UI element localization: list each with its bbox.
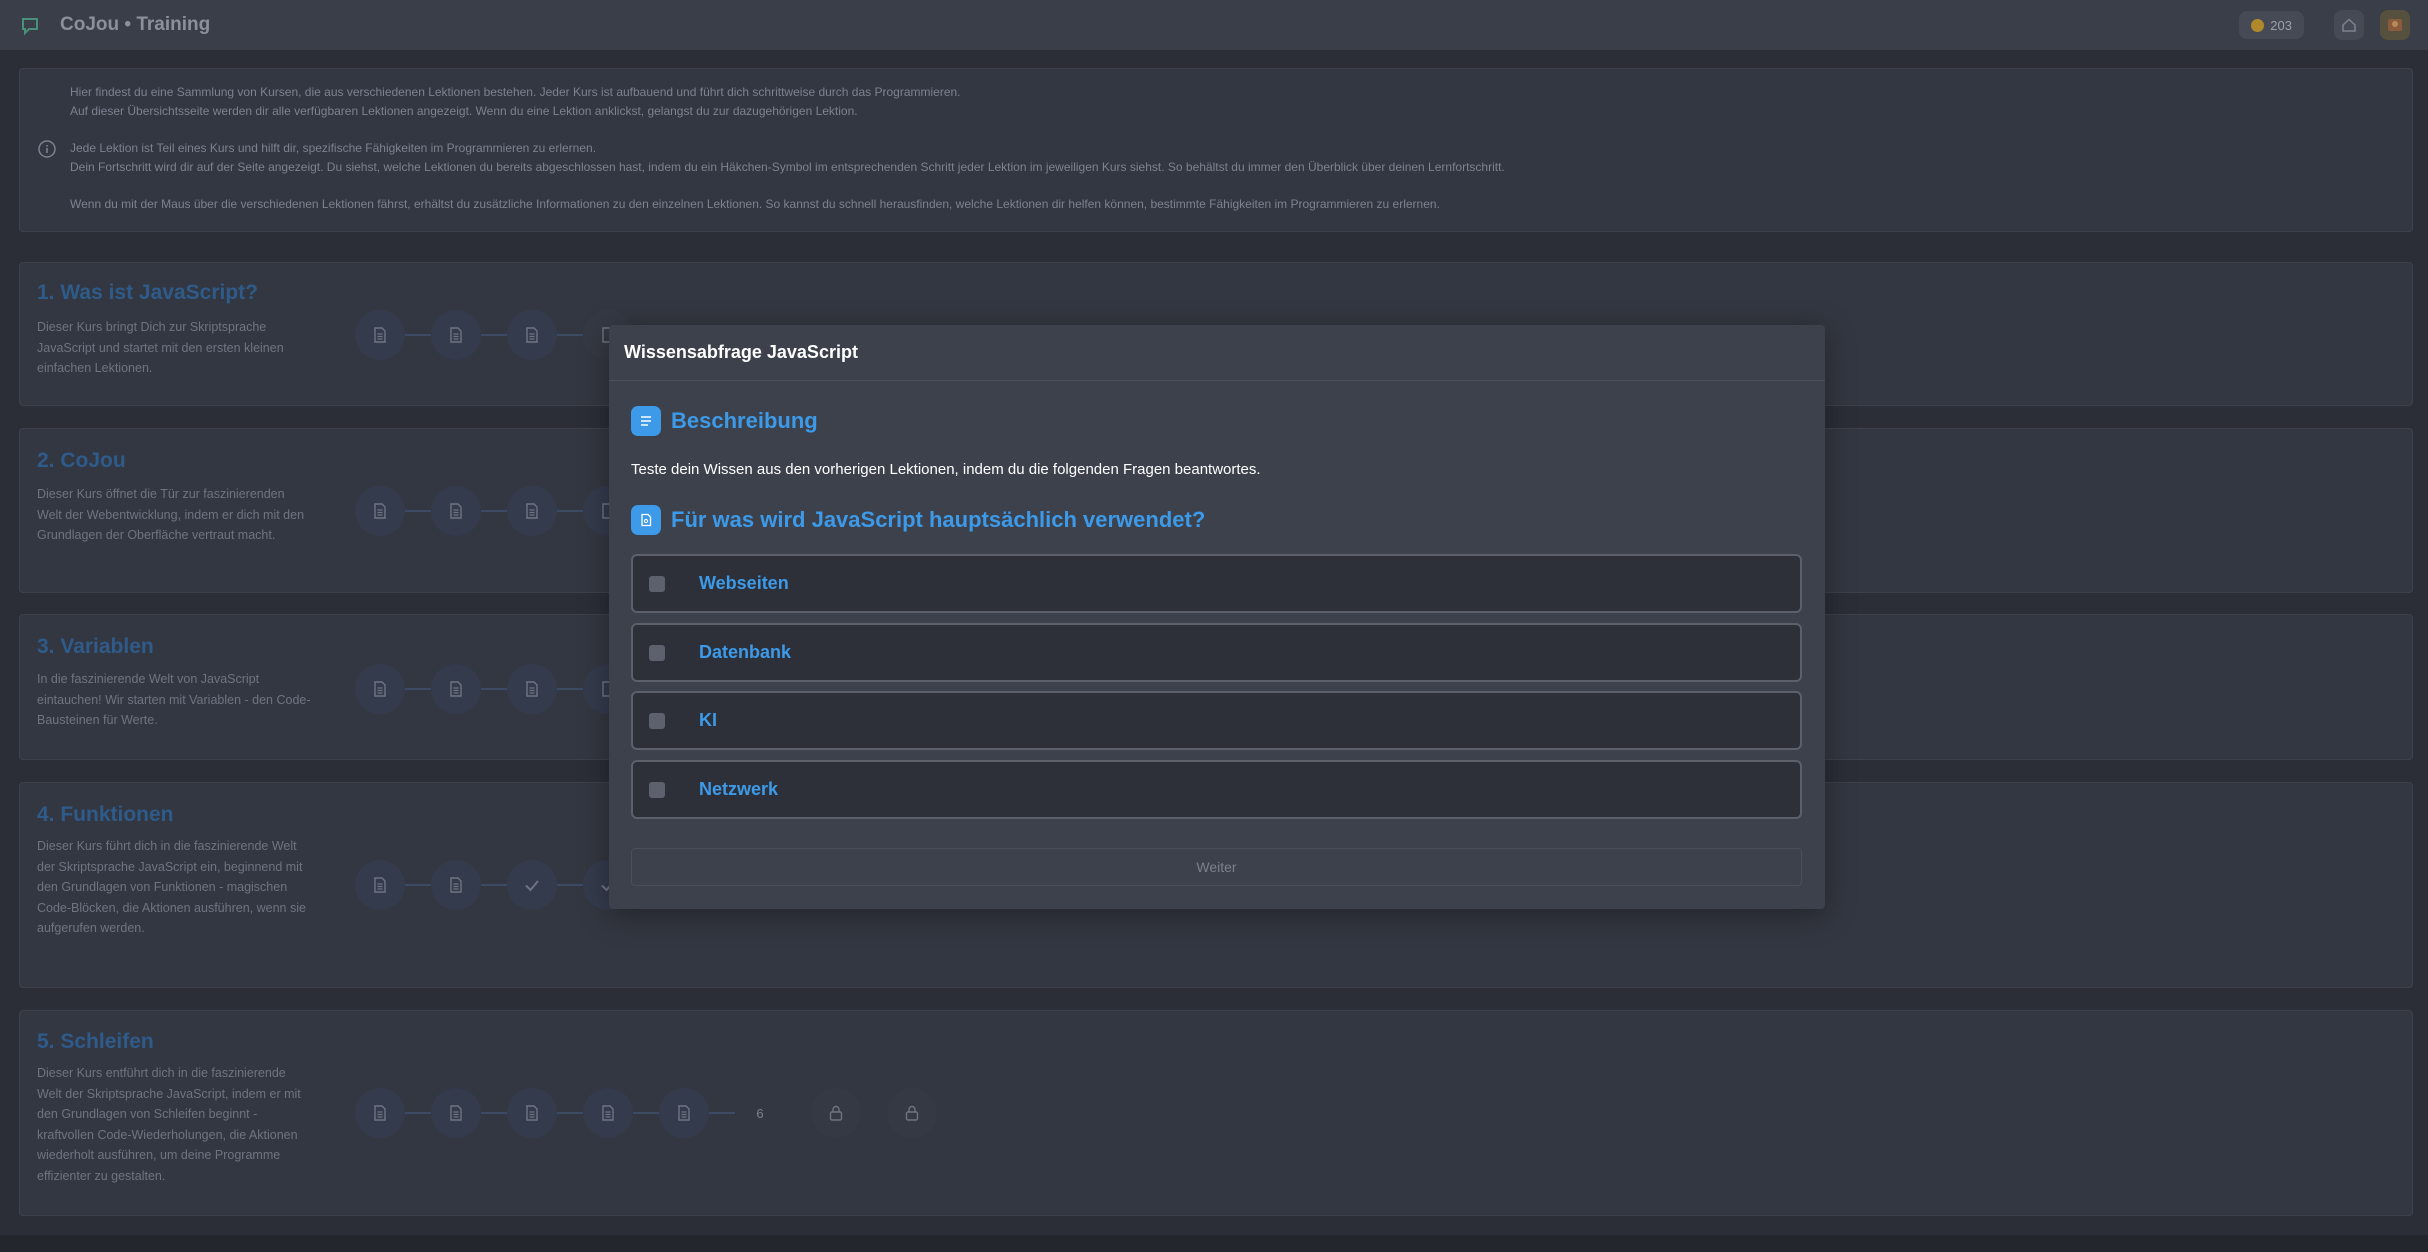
info-text: Jede Lektion ist Teil eines Kurs und hil… xyxy=(70,141,597,155)
description-heading-text: Beschreibung xyxy=(671,408,818,433)
answer-label: Webseiten xyxy=(699,573,789,593)
course-title[interactable]: 4. Funktionen xyxy=(37,803,174,827)
home-button[interactable] xyxy=(2334,10,2364,40)
question-document-icon xyxy=(631,505,661,535)
lesson-track xyxy=(355,664,633,714)
answer-checkbox[interactable] xyxy=(649,781,665,798)
course-description: Dieser Kurs führt dich in die fasziniere… xyxy=(37,839,306,935)
answer-option[interactable]: Datenbank xyxy=(631,623,1802,682)
top-bar: CoJou • Training 203 xyxy=(0,0,2428,50)
answer-checkbox[interactable] xyxy=(649,644,665,661)
document-icon xyxy=(450,681,462,697)
info-icon xyxy=(38,140,56,158)
lesson-track xyxy=(355,310,633,360)
description-heading: Beschreibung xyxy=(631,406,818,436)
lesson-node-locked xyxy=(811,1088,861,1138)
course-title[interactable]: 3. Variablen xyxy=(37,635,154,659)
answer-checkbox[interactable] xyxy=(649,712,665,729)
answer-option[interactable]: Netzwerk xyxy=(631,760,1802,819)
modal-title: Wissensabfrage JavaScript xyxy=(609,325,1825,381)
info-text: Auf dieser Übersichtsseite werden dir al… xyxy=(70,104,858,118)
document-icon xyxy=(450,1105,462,1121)
document-icon xyxy=(526,1105,538,1121)
document-icon xyxy=(374,877,386,893)
answer-option[interactable]: Webseiten xyxy=(631,554,1802,613)
answer-label: Netzwerk xyxy=(699,779,779,799)
lesson-node[interactable] xyxy=(431,310,481,360)
lesson-node[interactable] xyxy=(507,664,557,714)
quiz-modal: Wissensabfrage JavaScript Beschreibung T… xyxy=(609,325,1825,909)
document-icon xyxy=(374,327,386,343)
document-icon xyxy=(678,1105,690,1121)
info-text: Hier findest du eine Sammlung von Kursen… xyxy=(70,85,961,99)
lesson-node[interactable] xyxy=(583,1088,633,1138)
lesson-node[interactable] xyxy=(659,1088,709,1138)
info-box: Hier findest du eine Sammlung von Kursen… xyxy=(19,68,2413,232)
document-icon xyxy=(374,1105,386,1121)
course-title[interactable]: 5. Schleifen xyxy=(37,1030,154,1054)
check-icon xyxy=(525,880,539,892)
lesson-node[interactable] xyxy=(431,664,481,714)
avatar-icon xyxy=(2388,19,2402,31)
coin-icon xyxy=(2251,18,2265,32)
user-avatar-button[interactable] xyxy=(2380,10,2410,40)
document-icon xyxy=(450,503,462,519)
lock-icon xyxy=(829,1105,843,1121)
app-title: CoJou • Training xyxy=(60,14,211,35)
info-text: Dein Fortschritt wird dir auf der Seite … xyxy=(70,160,1505,174)
lesson-node[interactable] xyxy=(431,1088,481,1138)
course-card: 5. Schleifen Dieser Kurs entführt dich i… xyxy=(19,1010,2413,1216)
lesson-node[interactable] xyxy=(507,1088,557,1138)
cojou-logo-icon[interactable] xyxy=(18,13,42,37)
lesson-node-number[interactable]: 6 xyxy=(735,1088,785,1138)
lesson-track xyxy=(355,860,633,910)
document-icon xyxy=(450,327,462,343)
document-icon xyxy=(526,503,538,519)
lesson-node[interactable] xyxy=(355,310,405,360)
lesson-node[interactable] xyxy=(507,310,557,360)
course-description: Dieser Kurs öffnet die Tür zur faszinier… xyxy=(37,487,305,542)
description-text: Teste dein Wissen aus den vorherigen Lek… xyxy=(631,461,1261,478)
info-text: Wenn du mit der Maus über die verschiede… xyxy=(70,197,1440,211)
lesson-node[interactable] xyxy=(507,486,557,536)
text-lines-icon xyxy=(631,406,661,436)
course-description: Dieser Kurs bringt Dich zur Skriptsprach… xyxy=(37,320,284,375)
course-title[interactable]: 1. Was ist JavaScript? xyxy=(37,281,258,305)
lesson-node-locked xyxy=(887,1088,937,1138)
home-icon xyxy=(2342,18,2356,32)
course-title[interactable]: 2. CoJou xyxy=(37,449,126,473)
answer-option[interactable]: KI xyxy=(631,691,1802,750)
answer-checkbox[interactable] xyxy=(649,575,665,592)
question-heading: Für was wird JavaScript hauptsächlich ve… xyxy=(631,505,1205,535)
lesson-node[interactable] xyxy=(355,1088,405,1138)
lesson-node[interactable] xyxy=(355,860,405,910)
lesson-track: 6 xyxy=(355,1088,937,1138)
lesson-node[interactable] xyxy=(431,486,481,536)
lock-icon xyxy=(905,1105,919,1121)
course-description: In die faszinierende Welt von JavaScript… xyxy=(37,672,311,727)
lesson-track xyxy=(355,486,633,536)
answer-label: Datenbank xyxy=(699,642,792,662)
question-text: Für was wird JavaScript hauptsächlich ve… xyxy=(671,507,1206,532)
document-icon xyxy=(374,503,386,519)
document-icon xyxy=(374,681,386,697)
document-icon xyxy=(450,877,462,893)
answer-label: KI xyxy=(699,710,717,730)
document-icon xyxy=(526,327,538,343)
lesson-node[interactable] xyxy=(355,664,405,714)
next-button[interactable]: Weiter xyxy=(631,848,1802,886)
course-description: Dieser Kurs entführt dich in die faszini… xyxy=(37,1066,301,1183)
lesson-node[interactable] xyxy=(507,860,557,910)
coin-count: 203 xyxy=(2270,17,2292,33)
lesson-node[interactable] xyxy=(355,486,405,536)
document-icon xyxy=(526,681,538,697)
footer-strip xyxy=(0,1235,2428,1252)
lesson-node[interactable] xyxy=(431,860,481,910)
document-icon xyxy=(602,1105,614,1121)
coin-counter: 203 xyxy=(2239,11,2304,39)
